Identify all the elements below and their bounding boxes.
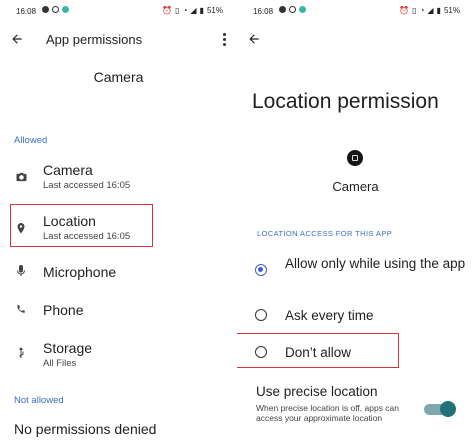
vibrate-icon: ▯ [175,5,180,15]
arrow-back-icon [249,34,259,44]
microphone-icon [14,264,28,278]
location-access-section-label: LOCATION ACCESS FOR THIS APP [257,229,393,238]
highlight-box-dont-allow [237,333,399,368]
wifi-icon: ◔ [419,5,425,15]
camera-app-icon [347,150,363,166]
facebook-icon [279,6,286,13]
permission-title: Camera [43,162,93,178]
status-time: 16:08 [16,7,37,16]
no-denied-permissions-text: No permissions denied [14,421,157,437]
alarm-icon: ⏰ [399,5,410,15]
option-allow-while-using[interactable]: Allow only while using the app [237,255,474,289]
vibrate-icon: ▯ [412,5,417,15]
app-name: Camera [93,69,144,85]
option-ask-every-time[interactable]: Ask every time [237,306,474,326]
permission-subtitle: Last accessed 16:05 [43,180,131,191]
permission-title: Storage [43,340,93,356]
page-title: App permissions [46,32,143,47]
permission-title: Phone [43,302,84,318]
arrow-back-icon [12,34,22,44]
radio-button-selected[interactable] [255,264,267,276]
app-notification-icon [62,6,69,13]
radio-button[interactable] [255,309,267,321]
permission-title: Microphone [43,264,117,280]
app-bar: App permissions [0,22,237,56]
permission-item-microphone[interactable]: Microphone [0,262,237,302]
signal-icon: ◢ [427,5,434,15]
precise-location-title: Use precise location [256,384,378,399]
facebook-icon [42,6,49,13]
battery-icon: ▮ [199,5,204,15]
permission-item-storage[interactable]: Storage All Files [0,338,237,378]
battery-level: 51% [206,6,223,15]
page-title: Location permission [252,90,439,113]
signal-icon: ◢ [190,5,197,15]
wifi-icon: ◔ [182,5,188,15]
option-label: Ask every time [285,308,374,323]
battery-icon: ▮ [436,5,441,15]
more-vert-icon [222,32,226,46]
precise-location-description: When precise location is off, apps can a… [256,403,400,423]
instagram-icon [52,6,59,13]
permission-subtitle: All Files [43,358,77,369]
permission-item-camera[interactable]: Camera Last accessed 16:05 [0,160,237,200]
back-button[interactable] [243,28,265,50]
not-allowed-section-label: Not allowed [14,395,64,406]
battery-level: 51% [443,6,460,15]
highlight-box-location [10,204,153,247]
status-bar: 16:08 ⏰ ▯ ◔ ◢ ▮ 51% [0,0,237,22]
option-label: Allow only while using the app [285,256,466,271]
location-permission-screen: 16:08 ⏰ ▯ ◔ ◢ ▮ 51% Location permission … [237,0,474,443]
alarm-icon: ⏰ [162,5,173,15]
status-time: 16:08 [253,7,274,16]
status-bar: 16:08 ⏰ ▯ ◔ ◢ ▮ 51% [237,0,474,22]
permission-item-phone[interactable]: Phone [0,300,237,340]
camera-icon [14,170,28,184]
app-notification-icon [299,6,306,13]
more-options-button[interactable] [217,30,231,48]
phone-icon [14,302,28,316]
back-button[interactable] [6,28,28,50]
instagram-icon [289,6,296,13]
allowed-section-label: Allowed [14,135,48,146]
precise-location-toggle[interactable] [422,401,456,417]
storage-icon [14,346,28,360]
app-name: Camera [332,179,379,194]
app-permissions-screen: 16:08 ⏰ ▯ ◔ ◢ ▮ 51% App permissions Came… [0,0,237,443]
